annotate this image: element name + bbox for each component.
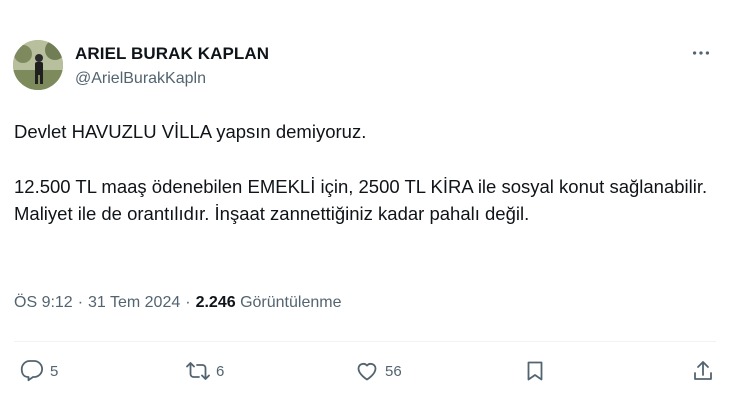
tweet-card: ARIEL BURAK KAPLAN @ArielBurakKapln Devl… <box>0 0 730 420</box>
reply-button[interactable]: 5 <box>20 353 58 389</box>
avatar-image <box>13 40 63 90</box>
divider <box>14 341 716 342</box>
like-button[interactable]: 56 <box>355 353 402 389</box>
author-name[interactable]: ARIEL BURAK KAPLAN <box>75 44 269 64</box>
repost-count: 6 <box>216 362 225 380</box>
views-label: Görüntülenme <box>240 294 342 311</box>
views-count: 2.246 <box>195 294 236 311</box>
share-icon <box>694 361 712 380</box>
tweet-line-1: Devlet HAVUZLU VİLLA yapsın demiyoruz. <box>14 121 367 142</box>
heart-icon <box>357 363 377 381</box>
avatar[interactable] <box>13 40 63 90</box>
reply-count: 5 <box>50 362 59 380</box>
tweet-text: Devlet HAVUZLU VİLLA yapsın demiyoruz. 1… <box>14 118 714 228</box>
reply-icon <box>20 360 44 382</box>
bookmark-icon <box>527 361 543 381</box>
like-count: 56 <box>385 362 402 380</box>
share-button[interactable] <box>691 353 715 389</box>
more-horizontal-icon <box>692 51 710 55</box>
repost-icon <box>186 362 210 380</box>
author-handle[interactable]: @ArielBurakKapln <box>75 70 206 88</box>
more-options-button[interactable] <box>684 40 718 66</box>
tweet-date[interactable]: 31 Tem 2024 <box>88 294 180 311</box>
tweet-time[interactable]: ÖS 9:12 <box>14 294 73 311</box>
tweet-meta: ÖS 9:12 · 31 Tem 2024 · 2.246 Görüntülenme <box>14 294 342 311</box>
bookmark-button[interactable] <box>523 353 547 389</box>
repost-button[interactable]: 6 <box>186 353 224 389</box>
action-bar: 5 6 56 <box>0 353 730 389</box>
tweet-line-2: 12.500 TL maaş ödenebilen EMEKLİ için, 2… <box>14 175 708 225</box>
